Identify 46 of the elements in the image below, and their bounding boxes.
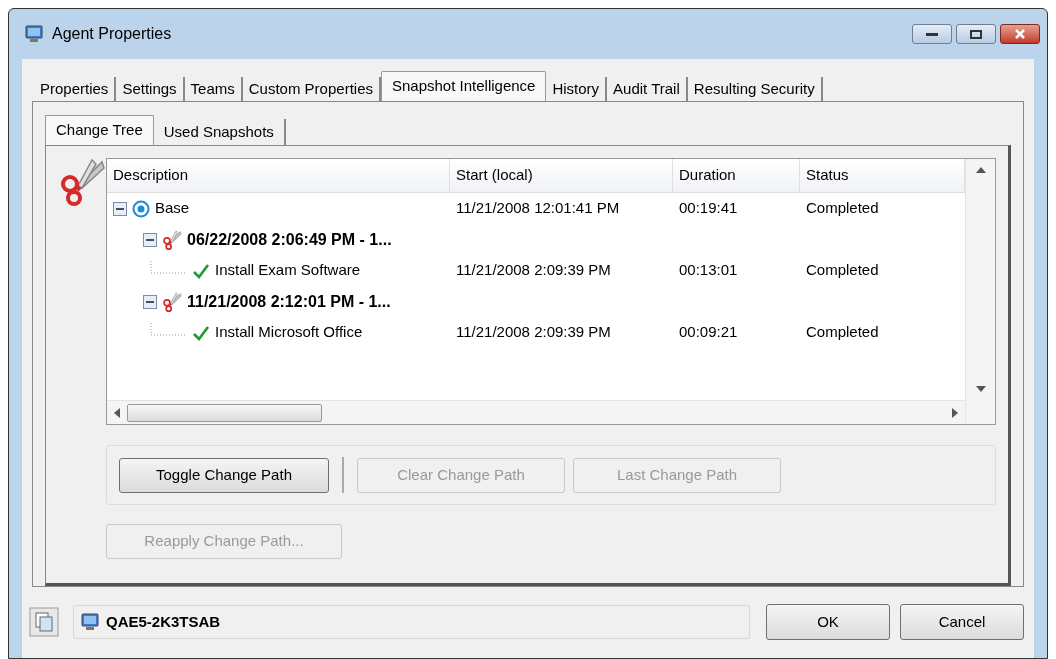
maximize-button[interactable] <box>956 24 996 44</box>
table-cell-text: 11/21/2008 12:01:41 PM <box>455 198 621 219</box>
horizontal-scrollbar[interactable] <box>107 400 965 424</box>
collapse-icon[interactable] <box>143 232 157 247</box>
row-description: 06/22/2008 2:06:49 PM - 1... <box>187 229 392 250</box>
button[interactable]: Toggle Change Path <box>119 457 329 493</box>
close-icon <box>1014 28 1026 40</box>
table-cell-text: Completed <box>805 322 880 343</box>
window-title: Agent Properties <box>52 24 172 44</box>
target-icon <box>132 199 150 218</box>
table-cell-text: Completed <box>805 198 880 219</box>
scissors-icon <box>162 291 182 312</box>
collapse-icon[interactable] <box>113 201 127 216</box>
table-cell-text: Completed <box>805 260 880 281</box>
scroll-left-icon[interactable] <box>113 407 121 418</box>
machine-name: QAE5-2K3TSAB <box>106 611 221 632</box>
checkmark-icon <box>192 262 210 279</box>
row-description: 11/21/2008 2:12:01 PM - 1... <box>187 291 391 312</box>
minimize-button[interactable] <box>912 24 952 44</box>
monitor-icon <box>24 24 44 44</box>
table-cell-text: 00:09:21 <box>678 322 739 343</box>
scroll-down-icon[interactable] <box>975 386 986 392</box>
row-description: Install Microsoft Office <box>215 322 363 343</box>
vertical-scrollbar[interactable] <box>965 159 995 424</box>
column-header[interactable]: Duration <box>673 159 800 192</box>
scroll-up-icon[interactable] <box>975 167 986 173</box>
monitor-icon <box>80 612 100 632</box>
table-cell-text: 00:19:41 <box>678 198 739 219</box>
tab[interactable]: Change Tree <box>45 115 154 145</box>
table-cell-text: 00:13:01 <box>678 260 739 281</box>
scissors-icon <box>162 229 182 250</box>
scissors-icon <box>58 158 106 206</box>
tab[interactable]: Used Snapshots <box>153 119 286 145</box>
tab[interactable]: Snapshot Intelligence <box>381 71 547 101</box>
column-header[interactable]: Description <box>107 159 450 192</box>
collapse-icon[interactable] <box>143 294 157 309</box>
scroll-right-icon[interactable] <box>951 407 959 418</box>
row-description: Base <box>155 198 190 219</box>
row-description: Install Exam Software <box>215 260 361 281</box>
table-cell-text: 11/21/2008 2:09:39 PM <box>455 260 612 281</box>
close-button[interactable] <box>1000 24 1040 44</box>
dialog-button[interactable]: OK <box>766 604 890 640</box>
dialog-button[interactable]: Cancel <box>900 604 1024 640</box>
column-header[interactable]: Start (local) <box>450 159 673 192</box>
checkmark-icon <box>192 324 210 341</box>
table-cell-text: 11/21/2008 2:09:39 PM <box>455 322 612 343</box>
